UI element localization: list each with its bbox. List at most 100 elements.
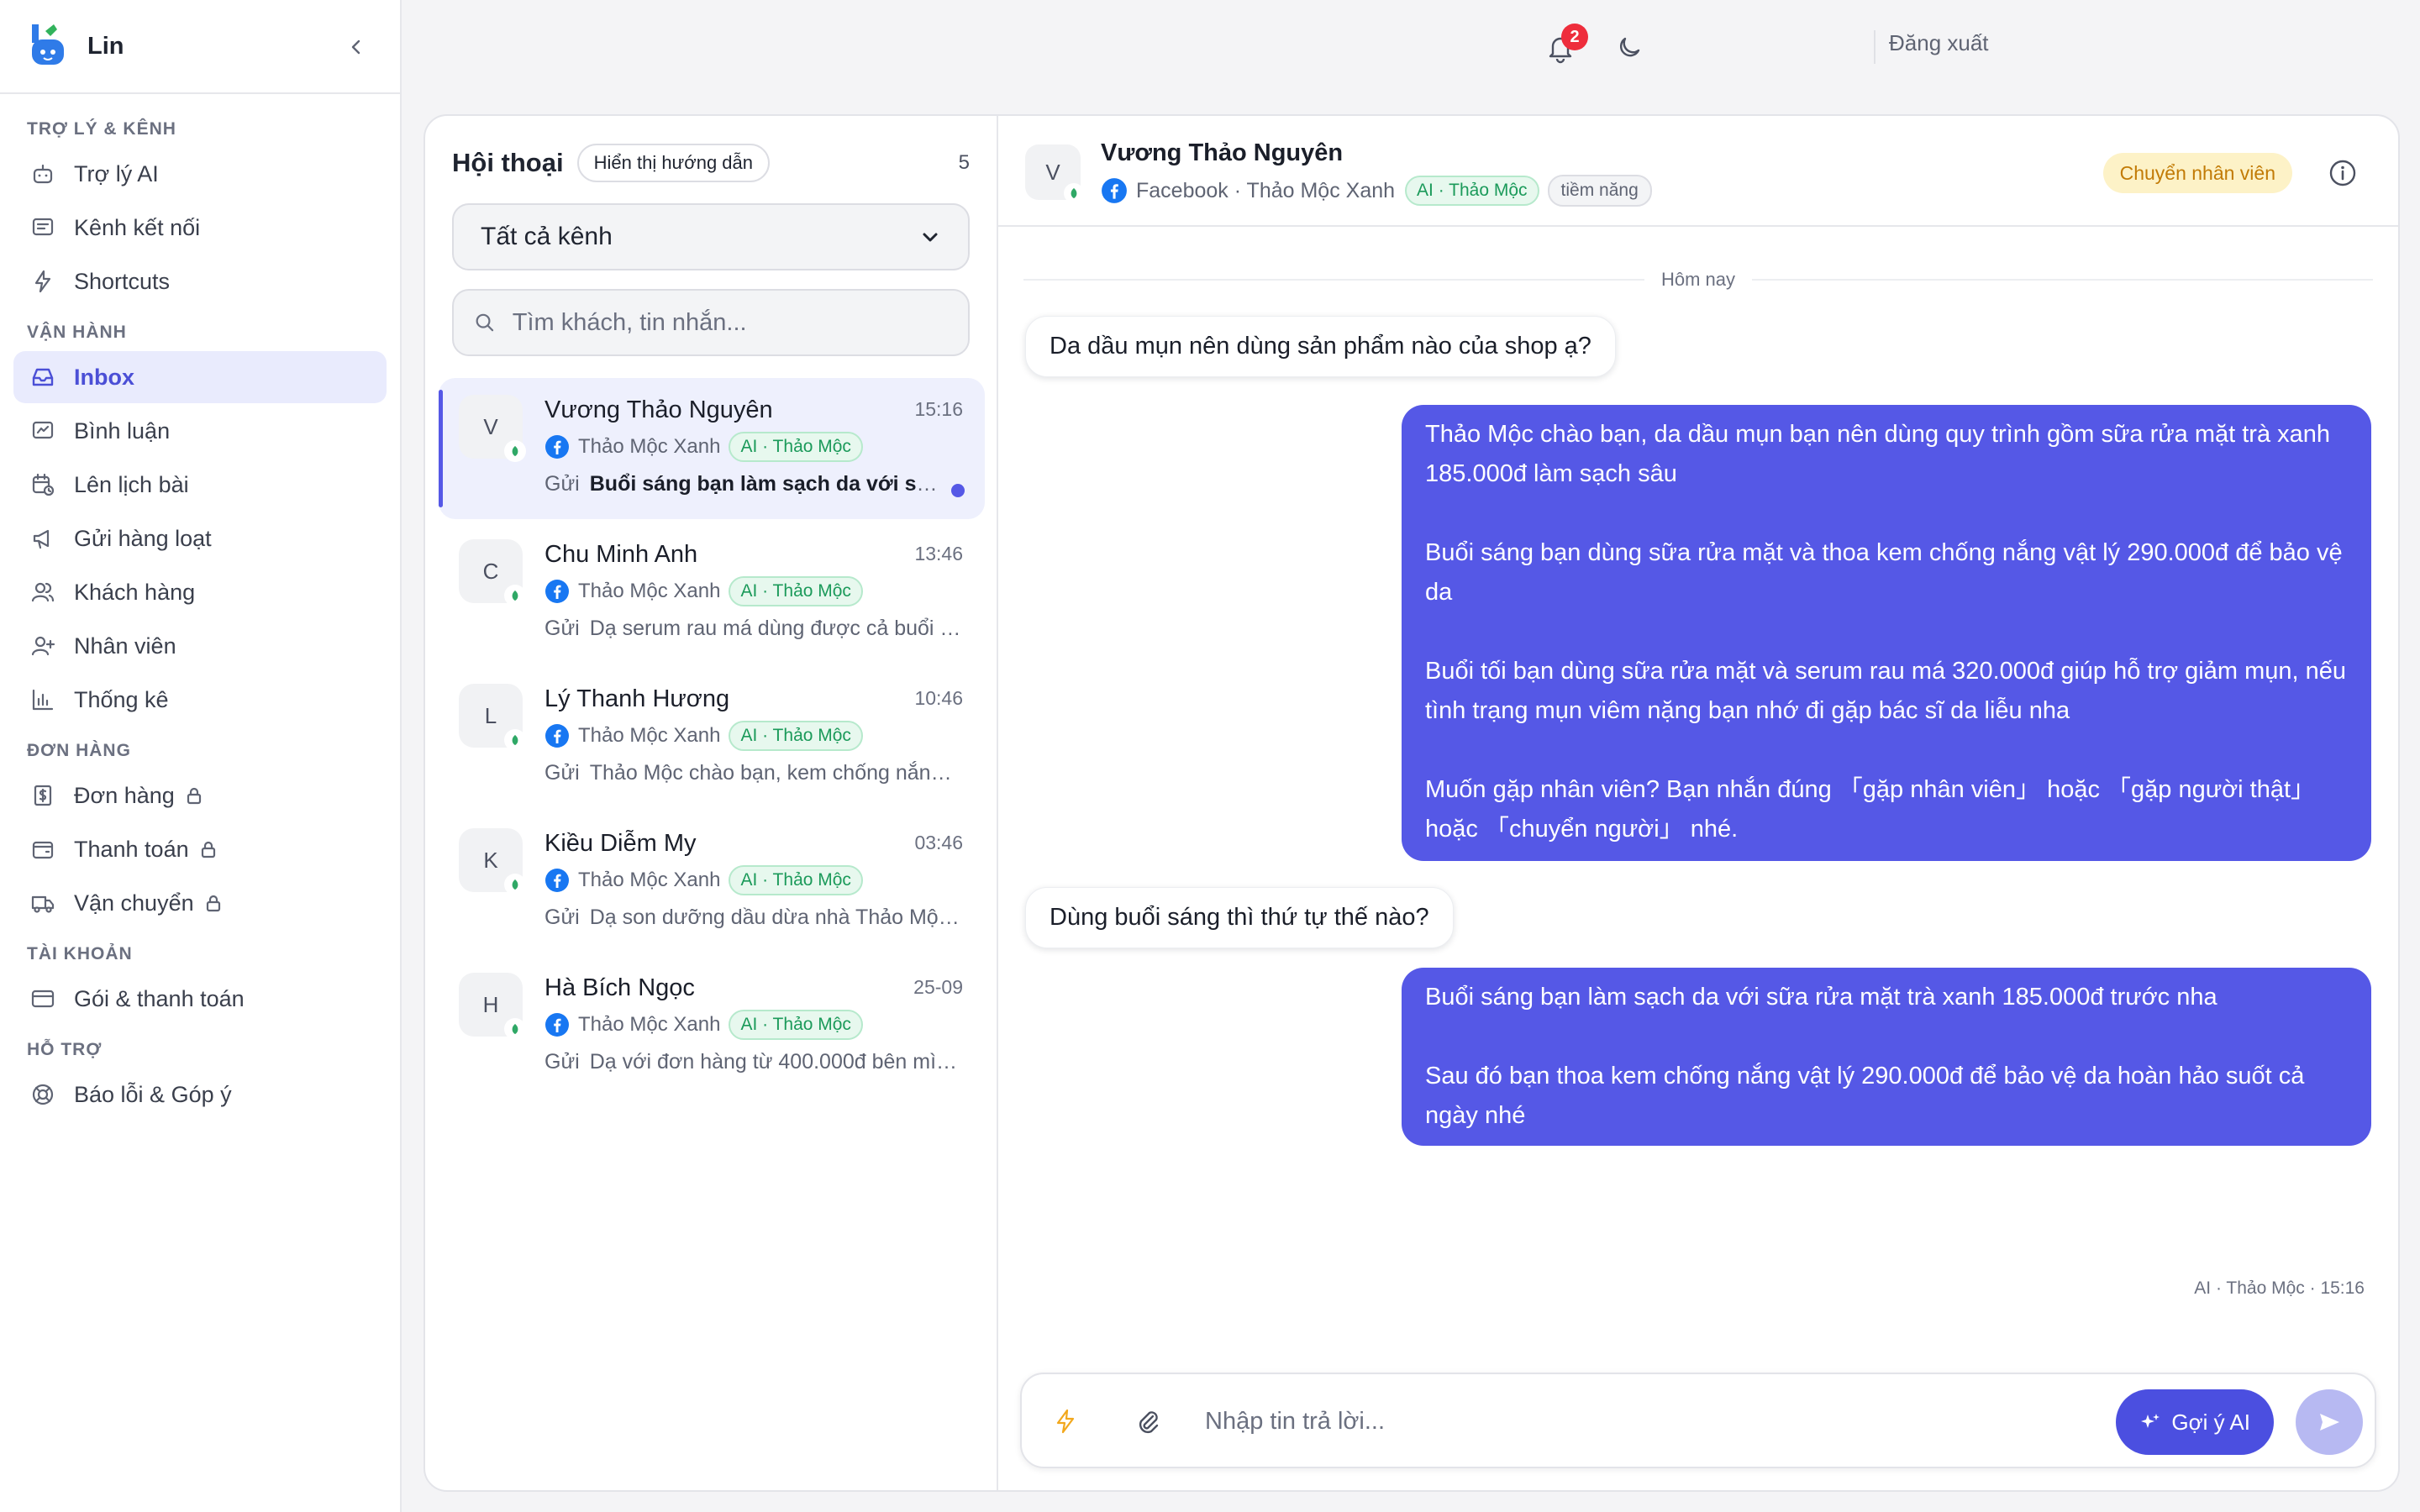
- chat-contact-name: Vương Thảo Nguyên: [1101, 139, 1344, 166]
- paperclip-icon[interactable]: [1133, 1406, 1163, 1436]
- wallet-icon: [32, 841, 54, 859]
- avatar: K: [459, 828, 526, 895]
- leaf-icon: [1064, 183, 1084, 203]
- conversation-preview: Gửi Dạ với đơn hàng từ 400.000đ bên mình …: [544, 1050, 963, 1074]
- sidebar-item-label: Báo lỗi & Góp ý: [74, 1081, 232, 1107]
- lightning-icon: [34, 270, 51, 293]
- sidebar-item-label: Shortcuts: [74, 268, 171, 294]
- message-square-icon: [32, 218, 54, 236]
- facebook-icon: [545, 869, 569, 892]
- transfer-to-staff-button[interactable]: Chuyển nhân viên: [2102, 153, 2292, 193]
- conversation-item[interactable]: V Vương Thảo Nguyên 15:16 Thảo Mộc Xanh …: [439, 378, 985, 519]
- facebook-icon: [545, 724, 569, 748]
- leaf-icon: [504, 874, 526, 895]
- avatar: L: [459, 684, 526, 751]
- sidebar-item[interactable]: Đơn hàng: [13, 769, 387, 822]
- conversation-item[interactable]: C Chu Minh Anh 13:46 Thảo Mộc Xanh AI · …: [439, 522, 985, 664]
- conversation-name: Kiều Diễm My: [544, 830, 697, 857]
- app-logo-icon: [32, 24, 64, 65]
- avatar-initial: C: [482, 558, 499, 584]
- sidebar-item[interactable]: Gói & thanh toán: [13, 973, 387, 1025]
- sidebar-item[interactable]: Shortcuts: [13, 255, 387, 307]
- nav-section-title: HỖ TRỢ: [27, 1040, 103, 1059]
- chevron-down-icon: [923, 233, 938, 242]
- sidebar-item[interactable]: Báo lỗi & Góp ý: [13, 1068, 387, 1121]
- sidebar-item[interactable]: Bình luận: [13, 405, 387, 457]
- logout-button[interactable]: Đăng xuất: [1889, 30, 1989, 56]
- nav-section-title: TÀI KHOẢN: [27, 944, 133, 963]
- conversation-name: Vương Thảo Nguyên: [544, 396, 773, 423]
- message-text: Thảo Mộc chào bạn, da dầu mụn bạn nên dù…: [1425, 421, 2331, 487]
- reply-composer: Gợi ý AI: [1020, 1373, 2376, 1468]
- chat-contact-meta: Facebook · Thảo Mộc Xanh AI · Thảo Mộc t…: [1101, 175, 1652, 207]
- sidebar-item[interactable]: Khách hàng: [13, 566, 387, 618]
- user-plus-icon: [31, 636, 55, 656]
- leaf-icon: [504, 1018, 526, 1040]
- message-text: Sau đó bạn thoa kem chống nắng vật lý 29…: [1425, 1063, 2305, 1129]
- preview-text: Dạ son dưỡng dầu dừa nhà Thảo Mộc Xanh: [589, 906, 963, 929]
- sidebar-item-label: Thanh toán: [74, 836, 189, 862]
- conversation-preview: Gửi Dạ serum rau má dùng được cả buổi sán…: [544, 617, 963, 641]
- send-button[interactable]: [2296, 1389, 2363, 1455]
- sidebar-item[interactable]: Lên lịch bài: [13, 459, 387, 511]
- reply-input[interactable]: [1205, 1399, 2096, 1443]
- sidebar-item[interactable]: Inbox: [13, 351, 387, 403]
- search-input[interactable]: [512, 308, 948, 337]
- collapse-sidebar-button[interactable]: [341, 32, 371, 62]
- nav-section-title: VẬN HÀNH: [27, 323, 127, 342]
- conversation-item[interactable]: K Kiều Diễm My 03:46 Thảo Mộc Xanh AI · …: [439, 811, 985, 953]
- lifebuoy-icon: [32, 1084, 54, 1105]
- preview-prefix: Gửi: [544, 472, 580, 496]
- topbar-divider: [1874, 30, 1876, 64]
- conversation-item[interactable]: H Hà Bích Ngọc 25-09 Thảo Mộc Xanh AI · …: [439, 956, 985, 1097]
- conversation-meta: Thảo Mộc Xanh AI · Thảo Mộc: [544, 721, 863, 751]
- conversation-item[interactable]: L Lý Thanh Hương 10:46 Thảo Mộc Xanh AI …: [439, 667, 985, 808]
- preview-text: Buổi sáng bạn làm sạch da với sữa rửa mặ…: [589, 472, 938, 496]
- lock-icon: [187, 787, 201, 805]
- ai-suggest-button[interactable]: Gợi ý AI: [2116, 1389, 2274, 1455]
- facebook-icon: [545, 580, 569, 603]
- sidebar-item-label: Vận chuyển: [74, 890, 194, 916]
- chat-source: Facebook · Thảo Mộc Xanh: [1136, 178, 1396, 202]
- ai-assistant-tag: AI · Thảo Mộc: [729, 1010, 863, 1040]
- conversation-name: Chu Minh Anh: [544, 541, 698, 568]
- sidebar-item[interactable]: Nhân viên: [13, 620, 387, 672]
- sidebar-item-label: Gửi hàng loạt: [74, 525, 212, 551]
- sidebar-item[interactable]: Kênh kết nối: [13, 202, 387, 254]
- conversation-preview: Gửi Thảo Mộc chào bạn, kem chống nắng vật…: [544, 761, 963, 785]
- sidebar-item-label: Khách hàng: [74, 579, 196, 605]
- status-tag[interactable]: tiềm năng: [1547, 175, 1652, 207]
- sidebar-item-label: Trợ lý AI: [74, 160, 159, 186]
- lightning-icon[interactable]: [1050, 1406, 1081, 1436]
- avatar-initial: H: [482, 991, 499, 1017]
- ai-assistant-tag: AI · Thảo Mộc: [729, 721, 863, 751]
- chevron-left-icon: [351, 39, 360, 55]
- conversation-page: Thảo Mộc Xanh: [578, 869, 721, 891]
- megaphone-icon: [33, 529, 50, 549]
- app-name: Lin: [87, 32, 124, 60]
- show-guide-button[interactable]: Hiển thị hướng dẫn: [576, 144, 770, 182]
- day-label: Hôm nay: [1644, 269, 1753, 291]
- sparkle-icon: [2141, 1414, 2160, 1428]
- nav-section-title: TRỢ LÝ & KÊNH: [27, 119, 176, 139]
- sidebar-item[interactable]: Vận chuyển: [13, 877, 387, 929]
- sidebar-item-label: Bình luận: [74, 417, 171, 444]
- sidebar-item[interactable]: Thống kê: [13, 674, 387, 726]
- sidebar-item[interactable]: Trợ lý AI: [13, 148, 387, 200]
- sidebar-item[interactable]: Thanh toán: [13, 823, 387, 875]
- channel-filter-select[interactable]: Tất cả kênh: [452, 203, 970, 270]
- sidebar-item-label: Lên lịch bài: [74, 471, 189, 497]
- info-icon[interactable]: [2328, 158, 2358, 188]
- sidebar-item[interactable]: Gửi hàng loạt: [13, 512, 387, 564]
- leaf-icon: [504, 585, 526, 606]
- sidebar-item-label: Nhân viên: [74, 633, 176, 659]
- lock-icon: [206, 895, 220, 912]
- send-icon: [2320, 1414, 2339, 1431]
- ai-assistant-tag: AI · Thảo Mộc: [729, 865, 863, 895]
- message-text: Buổi tối bạn dùng sữa rửa mặt và serum r…: [1425, 658, 2347, 724]
- avatar-initial: V: [483, 413, 498, 439]
- chat-panel: V Vương Thảo Nguyên Facebook · Thảo Mộc …: [998, 116, 2398, 1490]
- dark-mode-moon-icon[interactable]: [1613, 32, 1645, 64]
- conversation-time: 03:46: [914, 832, 963, 853]
- conversation-time: 25-09: [913, 976, 963, 998]
